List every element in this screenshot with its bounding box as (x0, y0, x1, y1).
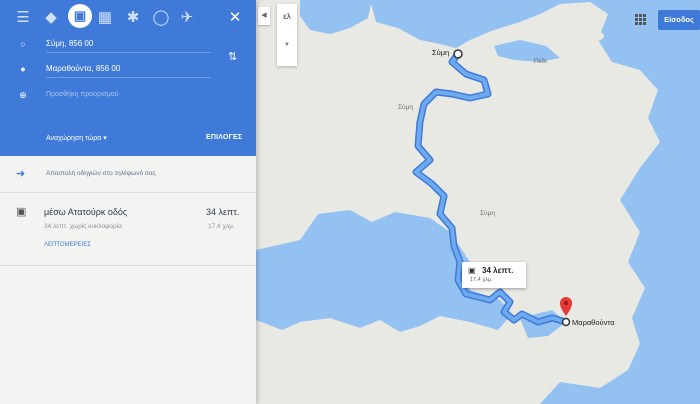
islet (350, 380, 410, 396)
callout-distance: 17,4 χλμ. (470, 277, 493, 283)
origin-marker[interactable] (453, 49, 463, 59)
route-callout[interactable]: ▣ 34 λεπτ. 17,4 χλμ. (462, 262, 526, 288)
map-label-symi: Σύμη (480, 210, 495, 217)
route-option[interactable]: ▣ μέσω Ατατούρκ οδός 34 λεπτ. 34 λεπτ. χ… (0, 193, 256, 266)
send-to-phone-icon: ➜ (16, 168, 26, 180)
map-label-town: Σύμη (398, 104, 413, 111)
flight-icon[interactable]: ✈ (178, 7, 196, 27)
destination-input[interactable]: Μαραθούντα, 856 00 (46, 61, 211, 78)
callout-time: 34 λεπτ. (482, 266, 514, 275)
add-destination-icon: ⊕ (19, 89, 27, 100)
close-icon[interactable]: ✕ (226, 7, 244, 27)
chevron-down-icon: ▾ (103, 135, 107, 142)
chevron-down-icon: ▼ (284, 42, 290, 48)
directions-header: ☰ ◆ ▣ ▦ ✱ ◯ ✈ ✕ ○ Σύμη, 856 00 ● Μαραθού… (0, 0, 256, 156)
island-landmass (256, 0, 660, 404)
destination-pin-icon: ● (20, 64, 26, 74)
car-icon: ▣ (73, 8, 87, 23)
walk-icon[interactable]: ✱ (124, 7, 142, 27)
directions-panel: ☰ ◆ ▣ ▦ ✱ ◯ ✈ ✕ ○ Σύμη, 856 00 ● Μαραθού… (0, 0, 256, 404)
departure-dropdown[interactable]: Αναχώρηση τώρα ▾ (46, 134, 107, 142)
bike-icon[interactable]: ◯ (152, 7, 170, 27)
map-label-pedi: Πέδι (534, 58, 547, 65)
destination-pin-dot (564, 301, 568, 305)
route-distance: 17,4 χλμ. (208, 223, 235, 230)
swap-icon[interactable]: ⇅ (228, 50, 237, 63)
route-details-link[interactable]: ΛΕΠΤΟΜΕΡΕΙΕΣ (44, 242, 91, 248)
send-to-phone-row[interactable]: ➜ Αποστολή οδηγιών στο τηλέφωνό σας (0, 156, 256, 193)
origin-input[interactable]: Σύμη, 856 00 (46, 36, 211, 53)
route-time: 34 λεπτ. (206, 207, 240, 217)
apps-grid-icon[interactable] (635, 14, 646, 25)
language-label: ελ (283, 12, 291, 21)
options-button[interactable]: ΕΠΙΛΟΓΕΣ (206, 134, 242, 141)
destination-label: Μαραθούντα (572, 318, 615, 327)
transit-icon[interactable]: ▦ (96, 7, 114, 27)
car-icon: ▣ (16, 206, 27, 218)
signin-button[interactable]: Είσοδος (658, 10, 700, 30)
route-name: μέσω Ατατούρκ οδός (44, 207, 128, 217)
collapse-panel-button[interactable]: ◀ (258, 7, 270, 25)
destination-dot (561, 317, 571, 327)
departure-label: Αναχώρηση τώρα (46, 135, 102, 142)
car-icon: ▣ (468, 266, 476, 275)
add-destination-input[interactable]: Προσθήκη προορισμού (46, 87, 211, 103)
send-to-phone-label: Αποστολή οδηγιών στο τηλέφωνό σας (46, 170, 156, 177)
language-selector[interactable]: ελ ▼ (277, 4, 297, 66)
origin-label: Σύμη (432, 48, 450, 57)
car-mode-button[interactable]: ▣ (68, 4, 92, 28)
islet (576, 30, 604, 42)
route-subtitle: 34 λεπτ. χωρίς κυκλοφορία (44, 223, 122, 230)
menu-icon[interactable]: ☰ (14, 7, 32, 27)
origin-dot-icon: ○ (20, 39, 26, 49)
travel-mode-bar: ☰ ◆ ▣ ▦ ✱ ◯ ✈ ✕ (0, 0, 256, 34)
directions-icon[interactable]: ◆ (42, 7, 60, 27)
